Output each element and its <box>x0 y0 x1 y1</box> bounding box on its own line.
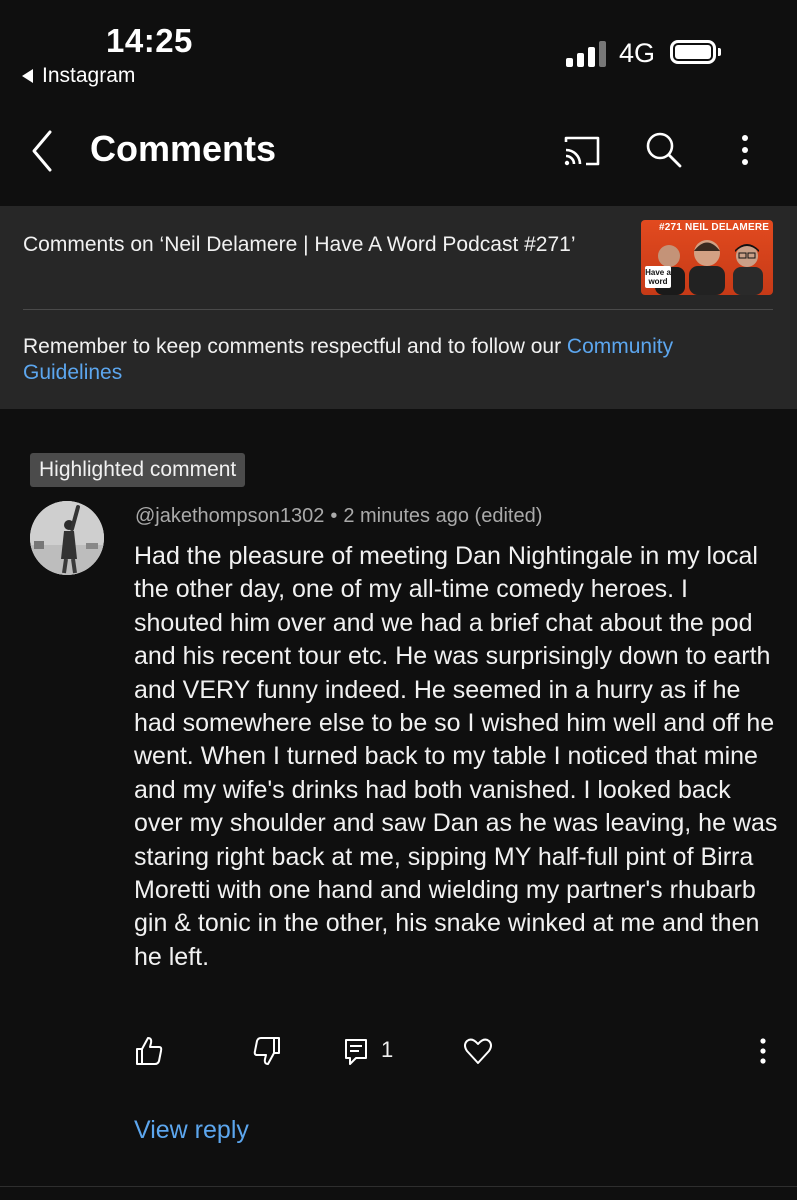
thumbs-down-icon[interactable] <box>252 1034 282 1068</box>
avatar[interactable] <box>30 501 104 575</box>
divider <box>0 1186 797 1187</box>
video-title: Comments on ‘Neil Delamere | Have A Word… <box>23 233 576 256</box>
back-triangle-icon <box>22 69 33 83</box>
comment-text: Had the pleasure of meeting Dan Nighting… <box>134 542 778 971</box>
network-type: 4G <box>619 38 656 68</box>
status-time: 14:25 <box>106 22 193 59</box>
cast-icon[interactable] <box>560 128 604 172</box>
back-app-label: Instagram <box>42 64 136 87</box>
guidelines-notice: Remember to keep comments respectful and… <box>23 334 768 386</box>
view-reply-button[interactable]: View reply <box>134 1116 249 1145</box>
status-bar: 14:25 Instagram 4G <box>0 0 797 100</box>
thumbnail-logo: Have a word <box>645 266 671 288</box>
reply-count: 1 <box>381 1037 394 1062</box>
battery-icon <box>670 40 721 64</box>
video-thumbnail[interactable]: #271 NEIL DELAMERE Have a word <box>641 220 773 295</box>
guidelines-text: Remember to keep comments respectful and… <box>23 335 567 358</box>
comment-meta: @jakethompson1302 • 2 minutes ago (edited) <box>135 505 542 528</box>
comment-author[interactable]: @jakethompson1302 <box>135 505 324 527</box>
signal-strength-icon <box>566 41 606 67</box>
divider <box>23 309 773 310</box>
page-title: Comments <box>90 128 277 169</box>
app-header: Comments <box>0 100 797 205</box>
comment-actions: 1 <box>0 1034 797 1070</box>
reply-icon[interactable] <box>342 1034 372 1068</box>
meta-separator: • <box>330 505 338 527</box>
search-icon[interactable] <box>642 128 686 172</box>
thumbs-up-icon[interactable] <box>134 1034 164 1068</box>
comment-timestamp: 2 minutes ago (edited) <box>343 505 543 527</box>
highlighted-comment-badge: Highlighted comment <box>30 453 246 487</box>
comment-more-icon[interactable] <box>748 1034 778 1068</box>
video-info-panel: Comments on ‘Neil Delamere | Have A Word… <box>0 206 797 409</box>
more-vertical-icon[interactable] <box>723 128 767 172</box>
back-to-app-link[interactable]: Instagram <box>22 64 135 88</box>
heart-icon[interactable] <box>463 1034 493 1068</box>
back-arrow-icon[interactable] <box>26 128 62 174</box>
